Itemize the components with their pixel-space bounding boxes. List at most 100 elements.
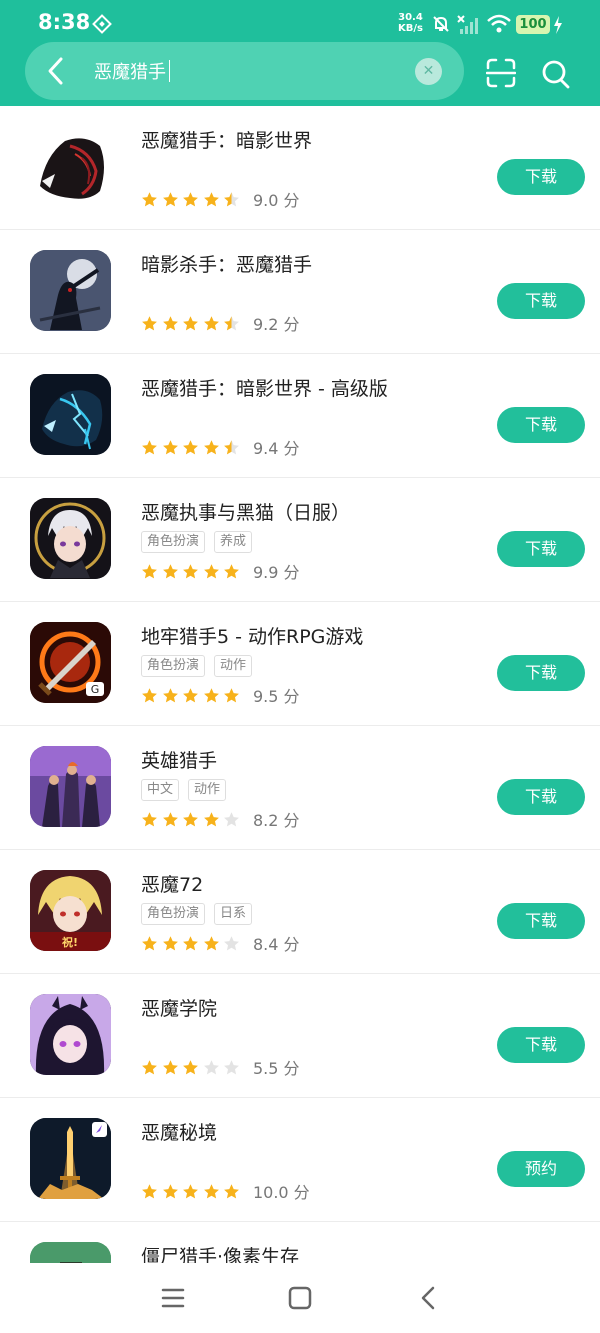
- star-icon: [183, 687, 199, 702]
- star-icon: [183, 315, 199, 330]
- star-icon: [203, 191, 219, 206]
- system-back-button[interactable]: [414, 1283, 444, 1313]
- download-button[interactable]: 下载: [497, 531, 585, 567]
- anime-butler-icon[interactable]: [30, 498, 111, 579]
- score: 9.0 分: [252, 191, 300, 210]
- list-item[interactable]: 暗影杀手：恶魔猎手 9.2 分 下载: [0, 230, 600, 354]
- blue-lightning-wolf-icon[interactable]: [30, 374, 111, 455]
- tag[interactable]: 动作: [188, 779, 227, 801]
- app-name[interactable]: 英雄猎手: [141, 746, 217, 773]
- app-name[interactable]: 恶魔猎手：暗影世界: [141, 126, 312, 153]
- download-button[interactable]: 下载: [497, 407, 585, 443]
- app-name[interactable]: 地牢猎手5 - 动作RPG游戏: [141, 622, 363, 649]
- home-button[interactable]: [285, 1283, 315, 1313]
- tag[interactable]: 日系: [214, 903, 253, 925]
- tag-list: 角色扮演 动作: [141, 655, 253, 677]
- net-speed: 30.4 KB/s: [398, 12, 423, 34]
- star-icon: [224, 687, 240, 702]
- list-item[interactable]: G 地牢猎手5 - 动作RPG游戏 角色扮演 动作 9.5 分 下载: [0, 602, 600, 726]
- star-rating: [141, 563, 244, 580]
- star-icon: [162, 315, 178, 330]
- shield-icon: [92, 14, 112, 38]
- app-name[interactable]: 恶魔秘境: [141, 1118, 217, 1145]
- pixel-zombie-icon[interactable]: [30, 1242, 111, 1263]
- download-button[interactable]: 下载: [497, 1027, 585, 1063]
- download-button[interactable]: 下载: [497, 283, 585, 319]
- star-icon: [203, 1059, 219, 1074]
- clear-search-button[interactable]: ✕: [415, 58, 442, 85]
- tag[interactable]: 角色扮演: [141, 903, 206, 925]
- list-item[interactable]: 英雄猎手 中文 动作 8.2 分 下载: [0, 726, 600, 850]
- rating: 9.5 分: [141, 683, 300, 707]
- list-item[interactable]: 恶魔执事与黑猫（日服） 角色扮演 养成 9.9 分 下载: [0, 478, 600, 602]
- menu-button[interactable]: [158, 1283, 188, 1313]
- star-rating: [141, 191, 244, 208]
- star-icon: [142, 191, 157, 206]
- star-icon: [224, 1059, 240, 1074]
- download-button[interactable]: 下载: [497, 655, 585, 691]
- star-icon: [183, 191, 199, 206]
- hero-squad-icon[interactable]: [30, 746, 111, 827]
- star-icon: [224, 935, 240, 950]
- app-name[interactable]: 僵尸猎手·像素生存: [141, 1242, 299, 1263]
- star-rating: [141, 935, 244, 952]
- search-button[interactable]: [541, 58, 571, 90]
- app-name[interactable]: 恶魔执事与黑猫（日服）: [141, 498, 350, 525]
- net-speed-value: 30.4: [398, 12, 423, 23]
- download-button[interactable]: 下载: [497, 779, 585, 815]
- reserve-button[interactable]: 预约: [497, 1151, 585, 1187]
- star-icon: [162, 1059, 178, 1074]
- list-item[interactable]: 恶魔秘境 10.0 分 预约: [0, 1098, 600, 1222]
- back-arrow-icon: [48, 57, 63, 85]
- golden-sword-icon[interactable]: [30, 1118, 111, 1199]
- list-item[interactable]: 恶魔猎手：暗影世界 - 高级版 9.4 分 下载: [0, 354, 600, 478]
- star-icon: [142, 687, 157, 702]
- star-icon: [203, 563, 219, 578]
- header-bar: 8:38 30.4 KB/s 100 ✕: [0, 0, 600, 106]
- tag[interactable]: 中文: [141, 779, 180, 801]
- tag-list: 角色扮演 养成: [141, 531, 253, 553]
- rating: 9.2 分: [141, 311, 300, 335]
- tag[interactable]: 角色扮演: [141, 531, 206, 553]
- app-name[interactable]: 恶魔学院: [141, 994, 217, 1021]
- star-icon: [203, 811, 219, 826]
- star-icon: [224, 439, 240, 454]
- star-icon: [162, 1183, 178, 1198]
- shadow-warrior-moon-icon[interactable]: [30, 250, 111, 331]
- download-button[interactable]: 下载: [497, 159, 585, 195]
- star-icon: [183, 563, 199, 578]
- status-bar: 8:38 30.4 KB/s 100: [0, 0, 600, 40]
- anime-blonde-icon[interactable]: 祝!: [30, 870, 111, 951]
- black-red-wolf-icon[interactable]: [30, 126, 111, 207]
- score: 8.4 分: [252, 935, 300, 954]
- score: 8.2 分: [252, 811, 300, 830]
- star-rating: [141, 1183, 244, 1200]
- tag[interactable]: 角色扮演: [141, 655, 206, 677]
- star-icon: [183, 1059, 199, 1074]
- back-button[interactable]: [38, 52, 74, 90]
- score: 9.2 分: [252, 315, 300, 334]
- anime-demon-girl-icon[interactable]: [30, 994, 111, 1075]
- app-name[interactable]: 恶魔猎手：暗影世界 - 高级版: [141, 374, 388, 401]
- scan-icon: [485, 58, 517, 88]
- star-icon: [224, 563, 240, 578]
- download-button[interactable]: 下载: [497, 903, 585, 939]
- app-name[interactable]: 暗影杀手：恶魔猎手: [141, 250, 312, 277]
- app-name[interactable]: 恶魔72: [141, 870, 203, 897]
- star-icon: [142, 563, 157, 578]
- rating: 9.9 分: [141, 559, 300, 583]
- close-icon: ✕: [422, 63, 435, 79]
- list-item[interactable]: 恶魔猎手：暗影世界 9.0 分 下载: [0, 106, 600, 230]
- list-item[interactable]: 祝! 恶魔72 角色扮演 日系 8.4 分 下载: [0, 850, 600, 974]
- tag[interactable]: 动作: [214, 655, 253, 677]
- scan-button[interactable]: [485, 58, 517, 88]
- star-icon: [203, 935, 219, 950]
- flaming-sword-icon[interactable]: G: [30, 622, 111, 703]
- list-item[interactable]: 恶魔学院 5.5 分 下载: [0, 974, 600, 1098]
- list-item[interactable]: 僵尸猎手·像素生存: [0, 1222, 600, 1263]
- battery-icon: 100: [516, 15, 550, 34]
- star-rating: [141, 687, 244, 704]
- search-input[interactable]: [94, 56, 404, 86]
- rating: 5.5 分: [141, 1055, 300, 1079]
- tag[interactable]: 养成: [214, 531, 253, 553]
